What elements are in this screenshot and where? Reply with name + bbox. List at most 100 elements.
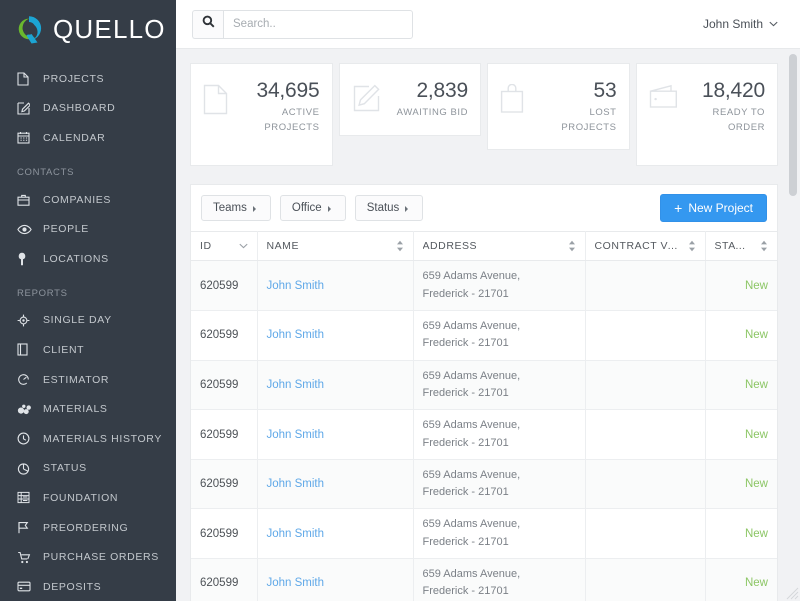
stat-card-lost-projects[interactable]: 53 LOST PROJECTS — [487, 63, 630, 151]
cell-status: New — [705, 508, 777, 560]
cell-name[interactable]: John Smith — [257, 508, 414, 560]
filter-office-button[interactable]: Office — [279, 195, 346, 222]
sort-both-icon — [568, 240, 576, 252]
sort-both-icon — [396, 240, 404, 252]
content: 34,695 ACTIVE PROJECTS 2,839 AWAITING BI… — [176, 49, 800, 601]
stat-card-awaiting-bid[interactable]: 2,839 AWAITING BID — [338, 63, 481, 136]
sidebar-item-locations[interactable]: LOCATIONS — [0, 244, 176, 274]
cell-name[interactable]: John Smith — [257, 558, 414, 601]
sidebar-item-purchase-orders[interactable]: PURCHASE ORDERS — [0, 542, 176, 572]
address-line-2: Frederick - 21701 — [422, 585, 509, 598]
column-header-status[interactable]: STATUS — [705, 231, 777, 262]
column-label: ID — [200, 240, 212, 253]
sidebar-item-deposits[interactable]: DEPOSITS — [0, 572, 176, 601]
cell-name[interactable]: John Smith — [257, 260, 414, 312]
sidebar-item-estimator[interactable]: ESTIMATOR — [0, 365, 176, 395]
sidebar-item-calendar[interactable]: CALENDAR — [0, 123, 176, 153]
sidebar-item-foundation[interactable]: FOUNDATION — [0, 483, 176, 513]
sidebar-item-label: ESTIMATOR — [43, 373, 110, 386]
caret-down-icon — [405, 206, 411, 213]
stat-value: 53 — [593, 79, 617, 102]
resize-grip-icon[interactable] — [786, 587, 799, 600]
column-header-name[interactable]: NAME — [257, 231, 414, 262]
column-header-contract-value[interactable]: CONTRACT VALUE — [585, 231, 706, 262]
table-row[interactable]: 620599 John Smith 659 Adams Avenue, Fred… — [191, 508, 777, 560]
clock-icon — [17, 432, 34, 446]
shopping-cart-icon — [17, 550, 34, 564]
brand-logo[interactable]: QUELLO — [0, 0, 176, 58]
sidebar-item-client[interactable]: CLIENT — [0, 335, 176, 365]
table-toolbar: Teams Office Status + New Project — [191, 185, 777, 231]
file-icon — [17, 72, 34, 86]
search-input[interactable] — [223, 9, 413, 39]
address-line-2: Frederick - 21701 — [422, 386, 509, 399]
cell-name[interactable]: John Smith — [257, 459, 414, 510]
table-row[interactable]: 620599 John Smith 659 Adams Avenue, Fred… — [191, 409, 777, 460]
sidebar-item-label: COMPANIES — [43, 193, 112, 206]
stat-value: 2,839 — [416, 79, 468, 102]
sidebar-item-projects[interactable]: PROJECTS — [0, 64, 176, 94]
address-line-2: Frederick - 21701 — [422, 436, 509, 449]
projects-panel: Teams Office Status + New Project ID NAM… — [190, 184, 778, 601]
column-label: STATUS — [714, 240, 753, 253]
sidebar-item-label: STATUS — [43, 462, 87, 475]
chevron-down-icon — [238, 243, 248, 249]
sidebar-item-single-day[interactable]: SINGLE DAY — [0, 306, 176, 336]
user-menu[interactable]: John Smith — [703, 17, 778, 31]
table-row[interactable]: 620599 John Smith 659 Adams Avenue, Fred… — [191, 310, 777, 361]
sidebar-item-status[interactable]: STATUS — [0, 454, 176, 484]
crosshair-icon — [17, 313, 34, 327]
filter-teams-button[interactable]: Teams — [201, 195, 271, 222]
cell-contract-value — [585, 409, 706, 460]
table-body: 620599 John Smith 659 Adams Avenue, Fred… — [191, 260, 777, 601]
address-line-1: 659 Adams Avenue, — [422, 419, 521, 432]
address-line-2: Frederick - 21701 — [422, 287, 509, 300]
cell-name[interactable]: John Smith — [257, 360, 414, 411]
cell-id: 620599 — [191, 260, 258, 312]
table-row[interactable]: 620599 John Smith 659 Adams Avenue, Fred… — [191, 459, 777, 510]
sidebar-item-preordering[interactable]: PREORDERING — [0, 513, 176, 543]
edit-square-icon — [352, 80, 386, 113]
sidebar-item-materials[interactable]: MATERIALS — [0, 394, 176, 424]
table-row[interactable]: 620599 John Smith 659 Adams Avenue, Fred… — [191, 558, 777, 601]
sidebar-item-label: FOUNDATION — [43, 491, 119, 504]
column-header-address[interactable]: ADDRESS — [413, 231, 586, 262]
sidebar-item-people[interactable]: PEOPLE — [0, 214, 176, 244]
projects-table: ID NAME ADDRESS CONTRACT VA STATU 620599… — [191, 231, 777, 601]
stat-card-ready-to-order[interactable]: 18,420 READY TO ORDER — [635, 63, 778, 167]
table-row[interactable]: 620599 John Smith 659 Adams Avenue, Fred… — [191, 260, 777, 312]
sidebar-item-materials-history[interactable]: MATERIALS HISTORY — [0, 424, 176, 454]
cell-name[interactable]: John Smith — [257, 310, 414, 361]
table-row[interactable]: 620599 John Smith 659 Adams Avenue, Fred… — [191, 360, 777, 411]
map-pin-icon — [17, 252, 34, 266]
new-project-button[interactable]: + New Project — [660, 194, 767, 223]
column-label: ADDRESS — [422, 240, 478, 253]
top-bar: John Smith — [176, 0, 800, 49]
address-line-1: 659 Adams Avenue, — [422, 518, 521, 531]
cell-contract-value — [585, 459, 706, 510]
sort-both-icon — [688, 240, 696, 252]
cell-address: 659 Adams Avenue, Frederick - 21701 — [413, 459, 586, 510]
cell-id: 620599 — [191, 310, 258, 361]
cell-name[interactable]: John Smith — [257, 409, 414, 460]
search-button[interactable] — [192, 9, 223, 39]
filter-status-button[interactable]: Status — [354, 195, 424, 222]
stat-card-active-projects[interactable]: 34,695 ACTIVE PROJECTS — [190, 63, 333, 167]
caret-down-icon — [252, 206, 259, 213]
edit-square-icon — [17, 101, 34, 115]
cell-status: New — [705, 558, 777, 601]
cell-contract-value — [585, 310, 706, 361]
sidebar-section-reports: REPORTS — [17, 287, 68, 299]
column-header-id[interactable]: ID — [191, 231, 258, 262]
sidebar-item-label: MATERIALS — [43, 403, 108, 416]
table-header-row: ID NAME ADDRESS CONTRACT VA STATU — [191, 231, 777, 262]
address-line-1: 659 Adams Avenue, — [422, 270, 521, 283]
plus-icon: + — [674, 200, 683, 217]
sidebar-item-dashboard[interactable]: DASHBOARD — [0, 94, 176, 124]
search-group — [192, 9, 413, 39]
sidebar-item-companies[interactable]: COMPANIES — [0, 185, 176, 215]
sidebar-item-label: PEOPLE — [43, 223, 89, 236]
eye-icon — [17, 222, 34, 236]
pie-chart-icon — [17, 461, 34, 475]
vertical-scrollbar-thumb[interactable] — [789, 54, 797, 196]
